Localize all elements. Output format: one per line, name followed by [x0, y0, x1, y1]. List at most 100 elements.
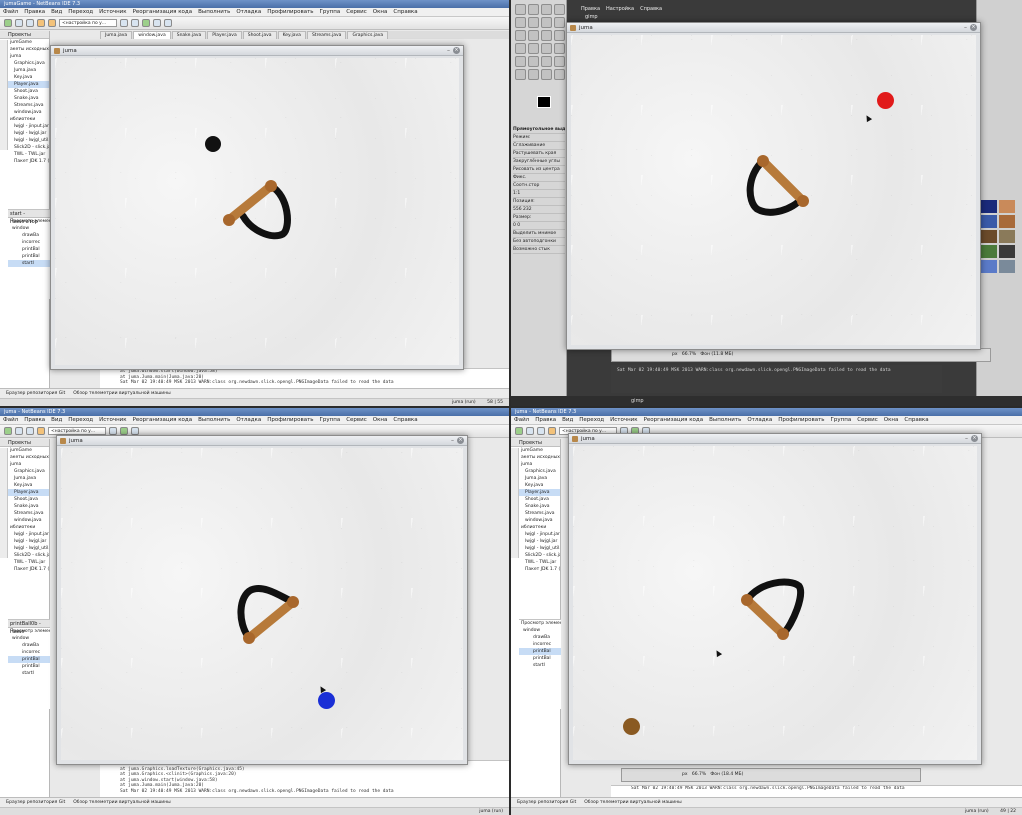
run-icon[interactable] — [120, 427, 128, 435]
run-icon[interactable] — [142, 19, 150, 27]
vm-telemetry-tab[interactable]: Обзор телеметрии виртуальной машины — [584, 800, 681, 805]
menu-team[interactable]: Группа — [320, 417, 341, 423]
menu-refactor[interactable]: Реорганизация кода — [133, 417, 193, 423]
pattern-swatch[interactable] — [981, 215, 997, 228]
size-field[interactable]: 0 0 — [513, 222, 565, 230]
menu-tools[interactable]: Сервис — [857, 417, 878, 423]
projects-header[interactable]: Проекты — [511, 439, 560, 447]
menu-edit[interactable]: Правка — [535, 417, 556, 423]
foreground-select-tool-icon[interactable] — [541, 17, 552, 28]
vm-telemetry-tab[interactable]: Обзор телеметрии виртуальной машины — [73, 800, 170, 805]
menu-source[interactable]: Источник — [610, 417, 637, 423]
tab-juma[interactable]: Juma.java — [100, 31, 133, 39]
menu-debug[interactable]: Отладка — [236, 417, 261, 423]
position-field[interactable]: 556 232 — [513, 206, 565, 214]
menu-edit[interactable]: Правка — [24, 417, 45, 423]
tree-lib[interactable]: TWL - TWL.jar — [0, 151, 49, 158]
rect-select-tool-icon[interactable] — [515, 4, 526, 15]
menu-view[interactable]: Вид — [51, 417, 62, 423]
menu-profile[interactable]: Профилировать — [267, 9, 313, 15]
tab-player[interactable]: Player.java — [207, 31, 242, 39]
menu-profile[interactable]: Профилировать — [267, 417, 313, 423]
taskbar-gimp[interactable]: gimp — [511, 396, 1022, 406]
option-ratio[interactable]: 1:1 — [513, 190, 565, 198]
gimp-menu-edit[interactable]: Правка — [581, 6, 600, 12]
pattern-swatch[interactable] — [999, 230, 1015, 243]
menu-team[interactable]: Группа — [320, 9, 341, 15]
projects-header[interactable]: Проекты — [0, 31, 49, 39]
save-all-icon[interactable] — [537, 427, 545, 435]
minimize-icon[interactable]: – — [965, 435, 968, 443]
pattern-swatch[interactable] — [981, 230, 997, 243]
option-autoshrink[interactable]: Без автоподгонки — [513, 238, 565, 246]
menu-help[interactable]: Справка — [393, 9, 417, 15]
menu-window[interactable]: Окна — [884, 417, 899, 423]
nav-item[interactable]: printBal — [8, 663, 50, 670]
tree-lib[interactable]: Пакет JDK 1.7 (Def — [511, 566, 560, 573]
pencil-tool-icon[interactable] — [554, 56, 565, 67]
menu-source[interactable]: Источник — [99, 9, 126, 15]
game-window-titlebar[interactable]: juma – × — [569, 434, 981, 444]
option-aspect[interactable]: Соотн.стор — [513, 182, 565, 190]
menu-file[interactable]: Файл — [3, 9, 18, 15]
new-project-icon[interactable] — [515, 427, 523, 435]
profile-icon[interactable] — [164, 19, 172, 27]
close-icon[interactable]: × — [457, 437, 464, 444]
fuzzy-select-tool-icon[interactable] — [554, 4, 565, 15]
nav-item[interactable]: drawBa — [8, 642, 50, 649]
save-all-icon[interactable] — [26, 427, 34, 435]
vm-telemetry-tab[interactable]: Обзор телеметрии виртуальной машины — [73, 391, 170, 396]
zoom-select[interactable]: 66.7% — [682, 352, 696, 357]
menu-window[interactable]: Окна — [373, 9, 388, 15]
unit-select[interactable]: px — [672, 352, 678, 357]
menu-file[interactable]: Файл — [514, 417, 529, 423]
clean-build-icon[interactable] — [131, 19, 139, 27]
tab-graphics[interactable]: Graphics.java — [347, 31, 389, 39]
airbrush-tool-icon[interactable] — [541, 69, 552, 80]
debug-icon[interactable] — [131, 427, 139, 435]
tree-lib[interactable]: Пакет JDK 1.7 (Def — [0, 158, 49, 165]
open-project-icon[interactable] — [15, 427, 23, 435]
menu-navigate[interactable]: Переход — [68, 417, 93, 423]
close-icon[interactable]: × — [971, 435, 978, 442]
build-icon[interactable] — [109, 427, 117, 435]
tab-window[interactable]: window.java — [133, 31, 171, 39]
blend-tool-icon[interactable] — [541, 56, 552, 67]
rotate-tool-icon[interactable] — [541, 43, 552, 54]
redo-icon[interactable] — [48, 19, 56, 27]
game-window-titlebar[interactable]: juma – × — [567, 23, 980, 33]
open-project-icon[interactable] — [15, 19, 23, 27]
paths-tool-icon[interactable] — [554, 17, 565, 28]
nav-item-selected[interactable]: printBal — [8, 656, 50, 663]
nav-item-selected[interactable]: printBal — [519, 648, 561, 655]
pattern-swatch[interactable] — [999, 200, 1015, 213]
new-project-icon[interactable] — [4, 427, 12, 435]
bucket-fill-tool-icon[interactable] — [528, 56, 539, 67]
minimize-icon[interactable]: – — [451, 437, 454, 445]
nav-item[interactable]: printBal — [8, 253, 50, 260]
navigator-browse[interactable]: Просмотр элемент — [8, 628, 50, 635]
tree-lib[interactable]: Пакет JDK 1.7 (Def — [0, 566, 49, 573]
menu-team[interactable]: Группа — [831, 417, 852, 423]
undo-icon[interactable] — [37, 427, 45, 435]
undo-icon[interactable] — [548, 427, 556, 435]
zoom-select[interactable]: 66.7% — [692, 772, 706, 777]
option-merged[interactable]: Возможно стык — [513, 246, 565, 254]
tab-snake[interactable]: Snake.java — [171, 31, 207, 39]
menu-view[interactable]: Вид — [562, 417, 573, 423]
menu-navigate[interactable]: Переход — [68, 9, 93, 15]
config-combo[interactable]: <настройка по у... — [48, 427, 106, 435]
menu-source[interactable]: Источник — [99, 417, 126, 423]
clone-tool-icon[interactable] — [554, 69, 565, 80]
undo-icon[interactable] — [37, 19, 45, 27]
debug-icon[interactable] — [153, 19, 161, 27]
nav-item[interactable]: window — [519, 627, 561, 634]
minimize-icon[interactable]: – — [964, 24, 967, 32]
nav-item[interactable]: startI — [8, 670, 50, 677]
menu-file[interactable]: Файл — [3, 417, 18, 423]
minimize-icon[interactable]: – — [447, 47, 450, 55]
nav-item-selected[interactable]: startI — [8, 260, 50, 267]
git-browser-tab[interactable]: Браузер репозитория Git — [517, 800, 576, 805]
menu-help[interactable]: Справка — [393, 417, 417, 423]
menu-help[interactable]: Справка — [904, 417, 928, 423]
